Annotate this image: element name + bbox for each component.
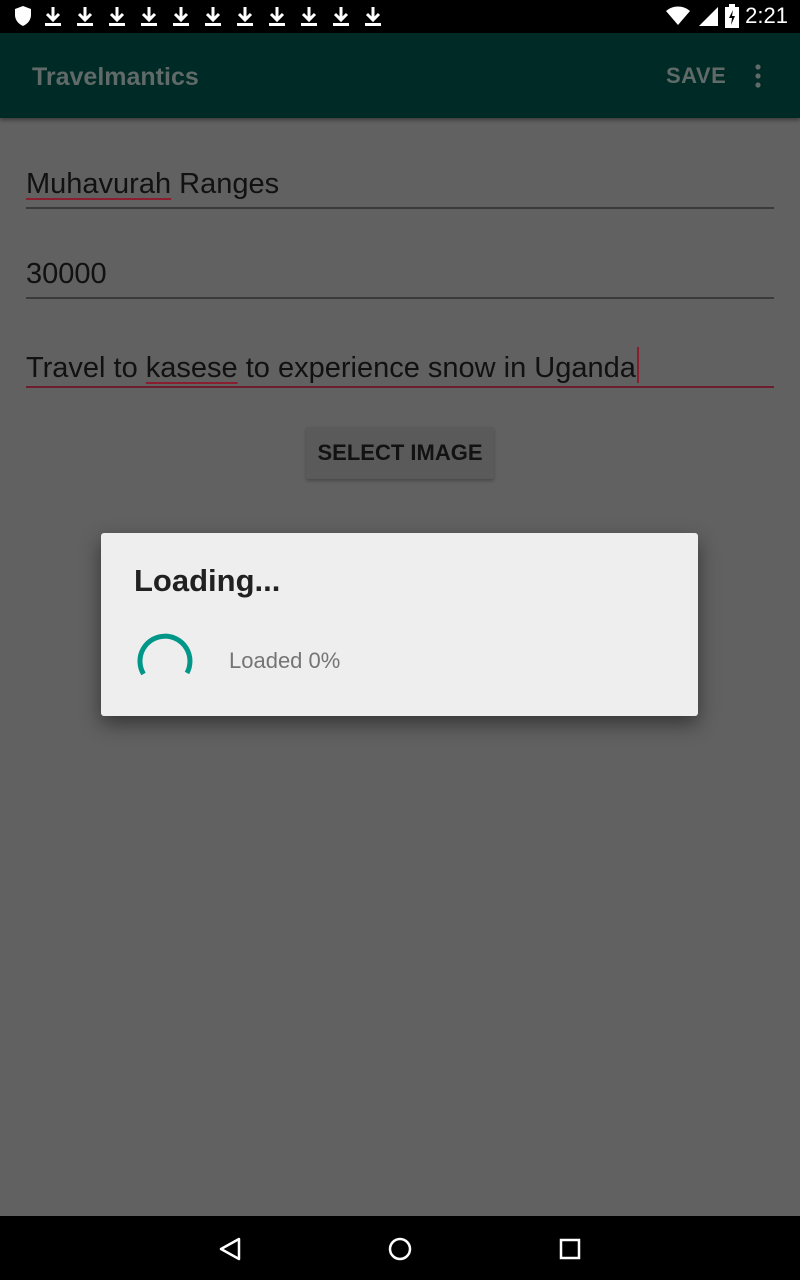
download-icon bbox=[77, 7, 93, 26]
recents-icon[interactable] bbox=[555, 1234, 585, 1264]
dialog-message: Loaded 0% bbox=[229, 648, 341, 673]
more-vert-icon[interactable] bbox=[746, 63, 770, 89]
loading-dialog: Loading... Loaded 0% bbox=[101, 533, 698, 716]
shield-icon bbox=[15, 6, 31, 26]
description-after: to experience snow in Uganda bbox=[237, 352, 636, 384]
title-field-underline bbox=[26, 207, 774, 209]
progress-spinner-icon bbox=[137, 633, 193, 676]
download-icon bbox=[301, 7, 317, 26]
download-icon bbox=[45, 7, 61, 26]
signal-icon bbox=[699, 7, 719, 26]
system-icons: 2:21 bbox=[665, 3, 788, 29]
app-title: Travelmantics bbox=[32, 63, 199, 91]
back-icon[interactable] bbox=[215, 1234, 245, 1264]
text-cursor bbox=[636, 347, 639, 383]
title-field[interactable]: Muhavurah Ranges bbox=[26, 168, 774, 201]
download-icon bbox=[365, 7, 381, 26]
price-field-underline bbox=[26, 297, 774, 299]
download-icon bbox=[237, 7, 253, 26]
download-icon bbox=[109, 7, 125, 26]
dialog-title: Loading... bbox=[134, 563, 281, 598]
wifi-icon bbox=[666, 6, 691, 25]
notification-icons bbox=[14, 5, 384, 27]
save-button[interactable]: SAVE bbox=[666, 63, 726, 89]
navigation-bar bbox=[0, 1216, 800, 1280]
home-icon[interactable] bbox=[385, 1234, 415, 1264]
description-field-underline bbox=[26, 386, 774, 388]
price-field[interactable]: 30000 bbox=[26, 258, 774, 291]
status-bar: 2:21 bbox=[0, 0, 800, 33]
description-field[interactable]: Travel to kasese to experience snow in U… bbox=[26, 347, 774, 385]
download-icon bbox=[205, 7, 221, 26]
download-icon bbox=[141, 7, 157, 26]
download-icon bbox=[333, 7, 349, 26]
download-icon bbox=[173, 7, 189, 26]
price-value: 30000 bbox=[26, 258, 107, 290]
app-bar: Travelmantics SAVE bbox=[0, 33, 800, 118]
battery-charging-icon bbox=[725, 4, 740, 28]
description-before: Travel to bbox=[26, 352, 146, 384]
status-time: 2:21 bbox=[745, 3, 788, 28]
description-misspelled-word: kasese bbox=[145, 352, 238, 384]
select-image-button[interactable]: SELECT IMAGE bbox=[306, 427, 494, 479]
title-misspelled-word: Muhavurah bbox=[26, 168, 172, 200]
title-rest: Ranges bbox=[171, 168, 280, 200]
download-icon bbox=[269, 7, 285, 26]
